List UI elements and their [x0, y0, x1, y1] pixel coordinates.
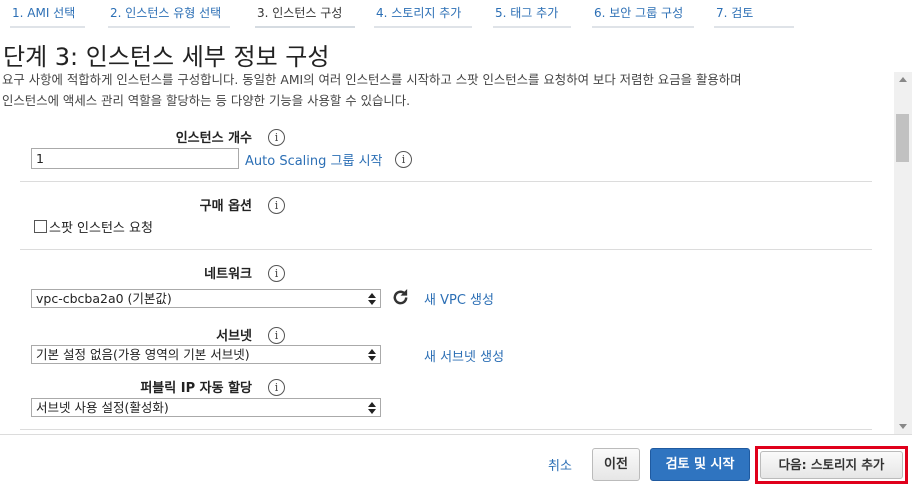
- tab-instance-type[interactable]: 2. 인스턴스 유형 선택: [108, 0, 230, 28]
- public-ip-select[interactable]: 서브넷 사용 설정(활성화): [31, 398, 381, 417]
- public-ip-label: 퍼블릭 IP 자동 할당: [140, 381, 252, 396]
- vertical-scrollbar[interactable]: [894, 72, 912, 434]
- tab-review[interactable]: 7. 검토: [714, 0, 794, 28]
- subnet-select[interactable]: 기본 설정 없음(가용 영역의 기본 서브넷): [31, 345, 381, 364]
- tab-ami[interactable]: 1. AMI 선택: [10, 0, 85, 28]
- create-subnet-link[interactable]: 새 서브넷 생성: [424, 346, 504, 365]
- scroll-up-arrow-icon[interactable]: [894, 72, 912, 89]
- description-line-2: 인스턴스에 액세스 관리 역할을 할당하는 등 다양한 기능을 사용할 수 있습…: [2, 93, 411, 108]
- tab-configure-instance[interactable]: 3. 인스턴스 구성: [255, 0, 355, 28]
- tab-security-group[interactable]: 6. 보안 그룹 구성: [592, 0, 694, 28]
- page-description: 요구 사항에 적합하게 인스턴스를 구성합니다. 동일한 AMI의 여러 인스턴…: [2, 69, 894, 111]
- configuration-form: 인스턴스 개수 i Auto Scaling 그룹 시작 i 구매 옵션 i 스…: [0, 118, 894, 432]
- info-icon[interactable]: i: [268, 265, 285, 282]
- spot-instance-row[interactable]: 스팟 인스턴스 요청: [34, 217, 153, 236]
- info-icon[interactable]: i: [268, 197, 285, 214]
- network-select[interactable]: vpc-cbcba2a0 (기본값): [31, 289, 381, 308]
- purchase-option-label: 구매 옵션: [199, 199, 252, 214]
- review-and-launch-button[interactable]: 검토 및 시작: [650, 448, 750, 481]
- scrollbar-thumb[interactable]: [896, 114, 909, 162]
- info-icon[interactable]: i: [268, 327, 285, 344]
- info-icon[interactable]: i: [268, 379, 285, 396]
- info-icon[interactable]: i: [268, 129, 285, 146]
- public-ip-value: 서브넷 사용 설정(활성화): [36, 400, 169, 415]
- auto-scaling-link[interactable]: Auto Scaling 그룹 시작: [245, 150, 383, 169]
- description-line-1: 요구 사항에 적합하게 인스턴스를 구성합니다. 동일한 AMI의 여러 인스턴…: [2, 72, 742, 87]
- network-value: vpc-cbcba2a0 (기본값): [36, 291, 172, 306]
- instance-count-input[interactable]: [31, 148, 239, 169]
- subnet-label: 서브넷: [216, 329, 252, 344]
- tab-add-storage[interactable]: 4. 스토리지 추가: [374, 0, 472, 28]
- updown-arrow-icon: [368, 349, 376, 361]
- network-label: 네트워크: [204, 267, 252, 282]
- refresh-icon[interactable]: [391, 288, 410, 307]
- scroll-down-arrow-icon[interactable]: [894, 417, 912, 434]
- page-title: 단계 3: 인스턴스 세부 정보 구성: [3, 43, 330, 71]
- spot-instance-checkbox[interactable]: [34, 220, 47, 233]
- wizard-steps: 1. AMI 선택 2. 인스턴스 유형 선택 3. 인스턴스 구성 4. 스토…: [0, 0, 912, 30]
- cancel-button[interactable]: 취소: [548, 455, 572, 474]
- instance-count-label: 인스턴스 개수: [175, 131, 252, 146]
- previous-button[interactable]: 이전: [592, 448, 640, 481]
- updown-arrow-icon: [368, 293, 376, 305]
- section-divider: [20, 181, 872, 182]
- next-add-storage-button[interactable]: 다음: 스토리지 추가: [760, 451, 903, 479]
- spot-instance-label: 스팟 인스턴스 요청: [49, 221, 153, 236]
- subnet-value: 기본 설정 없음(가용 영역의 기본 서브넷): [36, 347, 250, 362]
- create-vpc-link[interactable]: 새 VPC 생성: [424, 289, 494, 308]
- section-divider: [20, 429, 872, 430]
- tab-add-tags[interactable]: 5. 태그 추가: [493, 0, 571, 28]
- info-icon[interactable]: i: [395, 151, 412, 168]
- updown-arrow-icon: [368, 402, 376, 414]
- wizard-footer: 취소 이전 검토 및 시작 다음: 스토리지 추가: [0, 434, 912, 490]
- section-divider: [20, 249, 872, 250]
